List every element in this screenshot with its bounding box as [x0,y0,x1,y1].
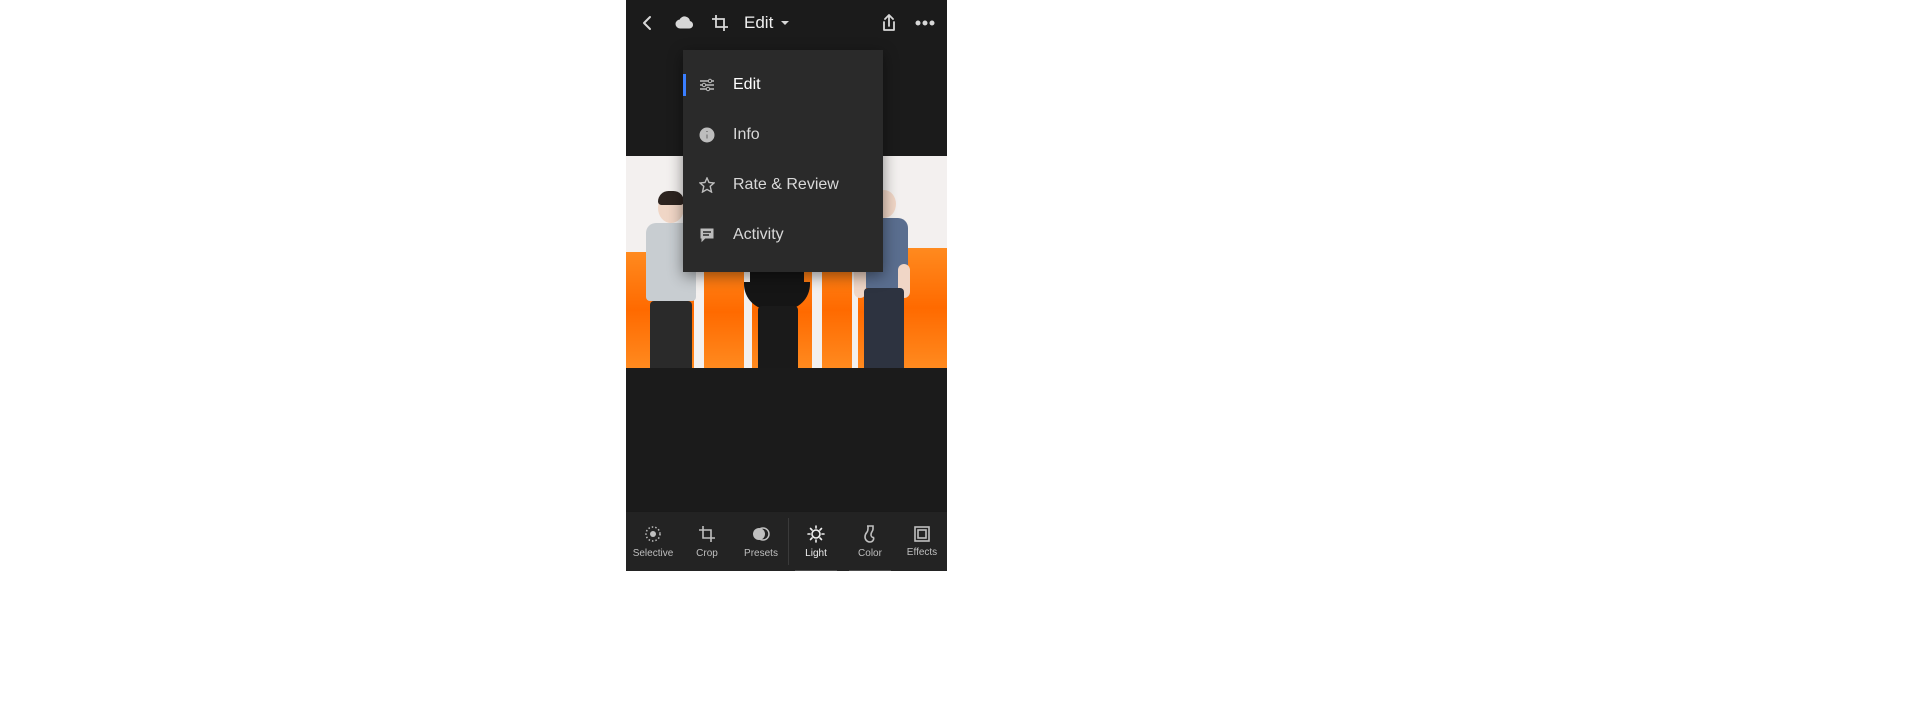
tool-label: Crop [696,548,718,559]
tool-selective[interactable]: Selective [626,512,680,571]
chevron-left-icon [640,15,656,31]
mode-dropdown-button[interactable]: Edit [744,13,791,33]
star-icon [697,175,717,195]
tool-color[interactable]: Color [843,512,897,571]
share-button[interactable] [875,9,903,37]
back-button[interactable] [634,9,662,37]
more-button[interactable] [911,9,939,37]
info-icon [697,125,717,145]
menu-item-rate-review[interactable]: Rate & Review [683,160,883,210]
menu-item-label: Edit [733,76,761,94]
crop-icon [697,524,717,544]
presets-icon [751,524,771,544]
mode-label: Edit [744,13,773,33]
mode-dropdown-menu: Edit Info Rate & Review Activity [683,50,883,272]
crop-shortcut-button[interactable] [706,9,734,37]
tool-crop[interactable]: Crop [680,512,734,571]
menu-item-label: Info [733,126,760,144]
tool-light[interactable]: Light [789,512,843,571]
cloud-sync-button[interactable] [670,9,698,37]
light-icon [806,524,826,544]
tool-label: Effects [907,547,937,558]
top-bar: Edit [626,0,947,46]
chevron-down-icon [779,17,791,29]
effects-icon [913,525,931,543]
menu-item-label: Rate & Review [733,176,839,194]
tool-label: Color [858,548,882,559]
radial-icon [643,524,663,544]
ellipsis-icon [915,20,935,26]
chat-icon [697,225,717,245]
menu-item-edit[interactable]: Edit [683,60,883,110]
crop-icon [711,14,729,32]
cloud-icon [674,16,694,30]
app-screen: Edit Edit Info Rate & Revie [626,0,947,571]
tool-presets[interactable]: Presets [734,512,788,571]
menu-item-activity[interactable]: Activity [683,210,883,260]
menu-item-info[interactable]: Info [683,110,883,160]
tool-effects[interactable]: Effects [897,512,947,571]
bottom-toolbar: Selective Crop Presets Light Color Effec… [626,511,947,571]
tool-label: Selective [633,548,674,559]
color-icon [862,524,878,544]
share-icon [881,14,897,32]
menu-item-label: Activity [733,226,784,244]
tool-label: Light [805,548,827,559]
sliders-icon [697,75,717,95]
tool-label: Presets [744,548,778,559]
